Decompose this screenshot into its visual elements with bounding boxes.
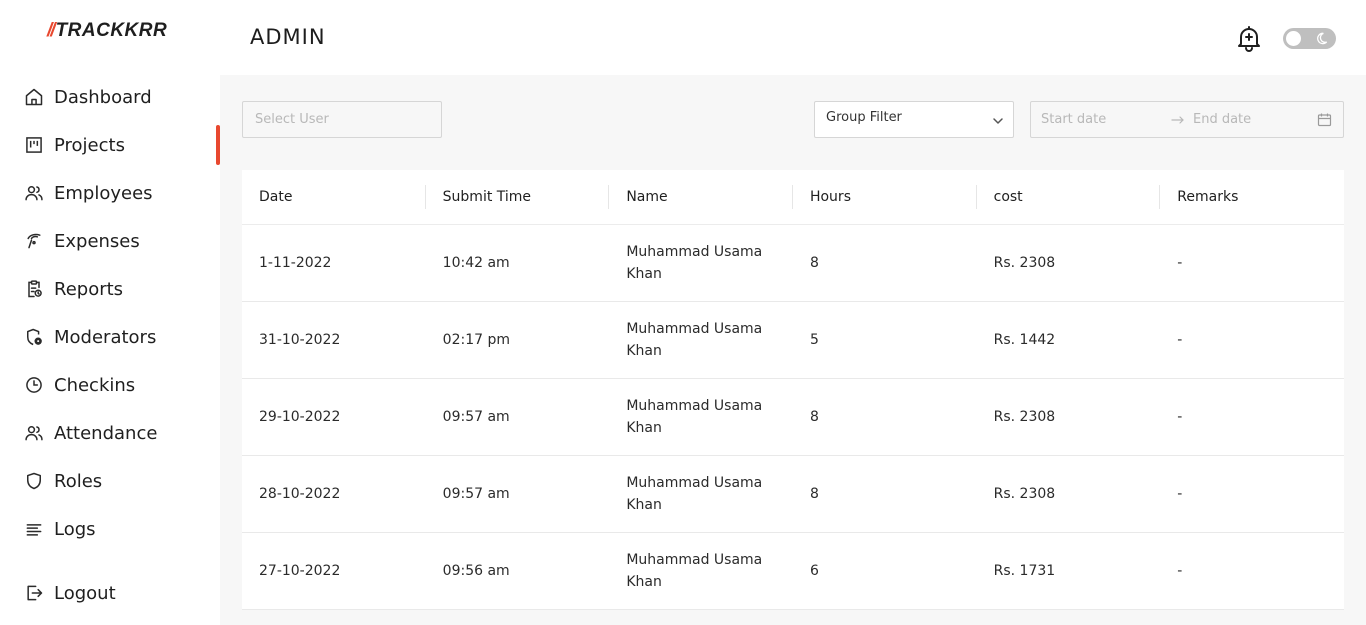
table-row[interactable]: 29-10-2022 09:57 am Muhammad Usama Khan … [242,379,1344,456]
cell-hours: 8 [809,409,819,425]
sidebar-item-label: Checkins [54,374,136,396]
cell-submit-time: 09:56 am [442,563,510,579]
sidebar-item-label: Projects [54,134,125,156]
end-date-input[interactable] [1193,102,1313,137]
group-filter-label: Group Filter [826,110,902,125]
group-filter-dropdown[interactable]: Group Filter [814,101,1014,138]
sidebar-item-label: Dashboard [54,86,152,108]
sidebar-item-moderators[interactable]: Moderators [0,313,220,361]
cell-date: 29-10-2022 [259,409,341,425]
clipboard-icon [24,279,44,299]
calendar-icon[interactable] [1317,112,1332,127]
cell-submit-time: 02:17 pm [442,332,510,348]
cell-submit-time: 10:42 am [442,255,510,271]
chevron-down-icon [991,113,1005,127]
sidebar-item-label: Attendance [54,422,158,444]
cell-remarks: - [1177,332,1183,348]
cell-remarks: - [1177,563,1183,579]
page-title: ADMIN [250,25,326,49]
logout-section: Logout [0,569,220,617]
table-row[interactable]: 1-11-2022 10:42 am Muhammad Usama Khan 8… [242,225,1344,302]
column-header-date[interactable]: Date [242,185,426,209]
cell-cost: Rs. 2308 [993,409,1056,425]
toggle-knob [1286,31,1301,46]
table-row[interactable]: 28-10-2022 09:57 am Muhammad Usama Khan … [242,456,1344,533]
users-icon [24,423,44,443]
theme-toggle[interactable] [1283,28,1336,49]
sidebar-item-logs[interactable]: Logs [0,505,220,553]
money-icon [24,231,44,251]
cell-hours: 6 [809,563,819,579]
date-range-picker [1030,101,1344,138]
column-header-hours[interactable]: Hours [793,185,977,209]
select-user-input[interactable]: Select User [242,101,442,138]
column-header-submit-time[interactable]: Submit Time [426,185,610,209]
cell-name: Muhammad Usama Khan [626,321,763,359]
sidebar-item-projects[interactable]: Projects [0,121,220,169]
cell-date: 27-10-2022 [259,563,341,579]
app-logo[interactable]: // TRACKKRR [47,19,167,43]
kanban-icon [24,135,44,155]
notification-bell-icon[interactable] [1236,24,1262,52]
cell-date: 28-10-2022 [259,486,341,502]
cell-remarks: - [1177,255,1183,271]
cell-hours: 5 [809,332,819,348]
cell-hours: 8 [809,486,819,502]
sidebar-item-label: Roles [54,470,103,492]
start-date-input[interactable] [1041,102,1161,137]
sidebar-item-label: Employees [54,182,153,204]
sidebar-item-label: Moderators [54,326,157,348]
logout-button[interactable]: Logout [0,569,220,617]
sidebar-nav: Dashboard Projects Employees Expenses Re… [0,73,220,553]
home-icon [24,87,44,107]
top-header: ADMIN [220,0,1366,75]
shield-icon [24,471,44,491]
sidebar-item-dashboard[interactable]: Dashboard [0,73,220,121]
moon-icon [1314,31,1329,46]
sidebar-item-attendance[interactable]: Attendance [0,409,220,457]
cell-cost: Rs. 2308 [993,255,1056,271]
logout-label: Logout [54,582,116,604]
table-header: Date Submit Time Name Hours cost Remarks [242,170,1344,225]
arrow-right-icon [1170,112,1186,128]
lines-icon [24,519,44,539]
cell-submit-time: 09:57 am [442,409,510,425]
shield-gear-icon [24,327,44,347]
table-row[interactable]: 27-10-2022 09:56 am Muhammad Usama Khan … [242,533,1344,610]
cell-name: Muhammad Usama Khan [626,475,763,513]
main-content: Select User Group Filter Date Submit Tim… [220,75,1366,625]
sidebar-item-checkins[interactable]: Checkins [0,361,220,409]
filter-bar: Select User Group Filter [242,101,1344,138]
cell-cost: Rs. 2308 [993,486,1056,502]
timesheet-table: Date Submit Time Name Hours cost Remarks… [242,170,1344,610]
cell-cost: Rs. 1731 [993,563,1056,579]
sidebar-item-roles[interactable]: Roles [0,457,220,505]
cell-date: 1-11-2022 [259,255,332,271]
sidebar: // TRACKKRR Dashboard Projects Employees [0,0,220,625]
cell-cost: Rs. 1442 [993,332,1056,348]
column-header-name[interactable]: Name [609,185,793,209]
sidebar-item-label: Expenses [54,230,140,252]
cell-remarks: - [1177,409,1183,425]
cell-name: Muhammad Usama Khan [626,244,763,282]
cell-hours: 8 [809,255,819,271]
cell-submit-time: 09:57 am [442,486,510,502]
sidebar-item-label: Reports [54,278,124,300]
sidebar-item-label: Logs [54,518,96,540]
clock-icon [24,375,44,395]
table-row[interactable]: 31-10-2022 02:17 pm Muhammad Usama Khan … [242,302,1344,379]
column-header-remarks[interactable]: Remarks [1160,189,1344,205]
sidebar-item-reports[interactable]: Reports [0,265,220,313]
logo-slashes: // [47,20,55,41]
cell-remarks: - [1177,486,1183,502]
sidebar-item-employees[interactable]: Employees [0,169,220,217]
users-icon [24,183,44,203]
logout-icon [24,583,44,603]
cell-name: Muhammad Usama Khan [626,552,763,590]
column-header-cost[interactable]: cost [977,185,1161,209]
cell-name: Muhammad Usama Khan [626,398,763,436]
cell-date: 31-10-2022 [259,332,341,348]
sidebar-item-expenses[interactable]: Expenses [0,217,220,265]
logo-text: TRACKKRR [55,20,168,41]
